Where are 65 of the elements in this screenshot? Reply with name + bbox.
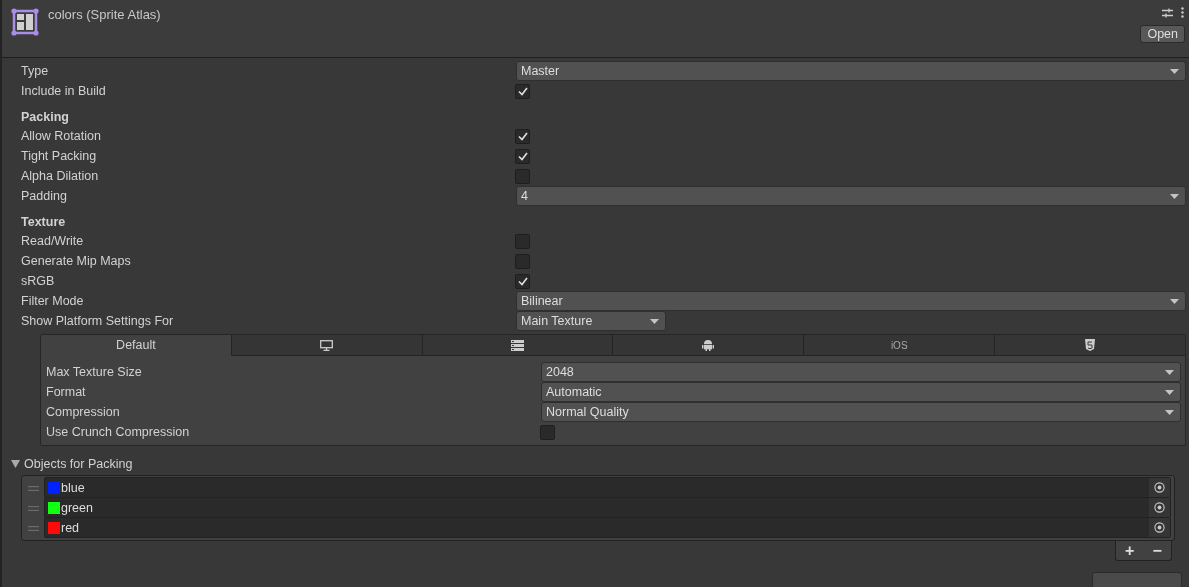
checkbox[interactable] bbox=[540, 424, 555, 440]
caret-icon bbox=[1170, 193, 1179, 199]
drag-handle-icon[interactable] bbox=[28, 505, 39, 511]
checkbox[interactable] bbox=[515, 168, 530, 184]
field-label: Padding bbox=[21, 189, 68, 203]
section-heading: Packing bbox=[21, 110, 69, 124]
dropdown[interactable]: Main Texture bbox=[516, 311, 666, 331]
dropdown[interactable]: Automatic bbox=[541, 382, 1181, 402]
object-field[interactable]: green bbox=[44, 497, 1171, 518]
dropdown[interactable]: Master bbox=[516, 61, 1186, 81]
field-label: Format bbox=[46, 385, 87, 399]
drag-handle-icon[interactable] bbox=[28, 525, 39, 531]
robot-icon bbox=[702, 339, 715, 351]
section-label: Objects for Packing bbox=[24, 457, 133, 471]
field-label: Compression bbox=[46, 405, 121, 419]
field-label: Allow Rotation bbox=[21, 129, 102, 143]
platform-tab[interactable] bbox=[995, 335, 1185, 356]
shield-icon bbox=[1085, 339, 1096, 351]
caret-icon bbox=[1165, 389, 1174, 395]
dropdown[interactable]: 4 bbox=[516, 186, 1186, 206]
caret-icon bbox=[650, 318, 659, 324]
field-label: Show Platform Settings For bbox=[21, 314, 175, 328]
section-heading: Texture bbox=[21, 215, 66, 229]
object-picker-icon[interactable] bbox=[1149, 478, 1170, 497]
field-label: Generate Mip Maps bbox=[21, 254, 132, 268]
dropdown[interactable]: 2048 bbox=[541, 362, 1181, 382]
object-picker-icon[interactable] bbox=[1149, 518, 1170, 537]
drag-handle-icon[interactable] bbox=[28, 485, 39, 491]
object-field[interactable]: red bbox=[44, 517, 1171, 538]
checkbox[interactable] bbox=[515, 233, 530, 249]
platform-tab[interactable]: Default bbox=[41, 335, 232, 356]
object-picker-icon[interactable] bbox=[1149, 498, 1170, 517]
checkbox[interactable] bbox=[515, 128, 530, 144]
object-field[interactable]: blue bbox=[44, 477, 1171, 498]
settings-icon[interactable] bbox=[1162, 7, 1173, 18]
checkbox[interactable] bbox=[515, 273, 530, 289]
more-icon[interactable] bbox=[1181, 7, 1184, 18]
checkbox[interactable] bbox=[515, 148, 530, 164]
field-label: Tight Packing bbox=[21, 149, 98, 163]
field-label: Alpha Dilation bbox=[21, 169, 100, 183]
field-label: Use Crunch Compression bbox=[46, 425, 191, 439]
field-label: Max Texture Size bbox=[46, 365, 143, 379]
checkbox[interactable] bbox=[515, 83, 530, 99]
caret-icon bbox=[1165, 369, 1174, 375]
dropdown[interactable]: Normal Quality bbox=[541, 402, 1181, 422]
caret-icon bbox=[1165, 409, 1174, 415]
caret-icon bbox=[1170, 68, 1179, 74]
field-label: sRGB bbox=[21, 274, 56, 288]
platform-tab[interactable] bbox=[422, 335, 614, 356]
field-label: Include in Build bbox=[21, 84, 107, 98]
add-button[interactable]: + bbox=[1121, 542, 1139, 559]
field-label: Type bbox=[21, 64, 50, 78]
sprite-atlas-icon bbox=[10, 7, 40, 37]
asset-title: colors (Sprite Atlas) bbox=[48, 7, 161, 22]
field-label: Filter Mode bbox=[21, 294, 85, 308]
monitor-icon bbox=[320, 339, 334, 351]
checkbox[interactable] bbox=[515, 253, 530, 269]
platform-tab[interactable]: iOS bbox=[804, 335, 996, 356]
field-label: Read/Write bbox=[21, 234, 85, 248]
caret-icon bbox=[1170, 298, 1179, 304]
server-icon bbox=[511, 339, 525, 351]
remove-button[interactable]: − bbox=[1148, 542, 1166, 559]
dropdown[interactable]: Bilinear bbox=[516, 291, 1186, 311]
foldout-arrow-icon[interactable] bbox=[11, 460, 20, 468]
open-button[interactable]: Open bbox=[1140, 25, 1185, 43]
